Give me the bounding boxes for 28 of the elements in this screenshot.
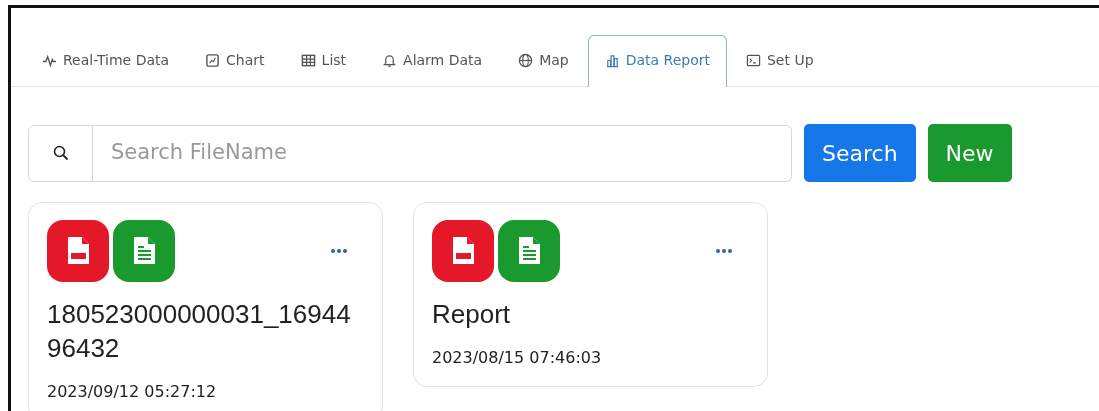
more-icon[interactable] <box>715 248 733 254</box>
tab[interactable]: Chart <box>188 35 282 87</box>
tab[interactable]: List <box>283 35 364 87</box>
document-file-icon[interactable] <box>498 220 560 282</box>
tab[interactable]: Real-Time Data <box>25 35 187 87</box>
pulse-icon <box>42 53 57 68</box>
terminal-icon <box>746 53 761 68</box>
bell-icon <box>382 53 398 68</box>
report-name: 180523000000031_1694496432 <box>47 298 352 365</box>
tab[interactable]: Data Report <box>587 35 727 87</box>
search-field[interactable]: Search FileName <box>93 124 792 182</box>
tab[interactable]: Map <box>501 35 586 87</box>
search-button[interactable]: Search <box>804 124 916 182</box>
report-date: 2023/09/12 05:27:12 <box>47 380 218 403</box>
pdf-file-icon[interactable] <box>47 220 109 282</box>
bar-chart-icon <box>604 53 620 68</box>
table-icon <box>300 53 316 68</box>
report-date: 2023/08/15 07:46:03 <box>432 346 603 369</box>
globe-icon <box>518 53 534 68</box>
new-button[interactable]: New <box>927 124 1012 182</box>
more-icon[interactable] <box>330 248 348 254</box>
document-file-icon[interactable] <box>113 220 175 282</box>
report-name: Report <box>432 298 512 331</box>
pdf-file-icon[interactable] <box>432 220 494 282</box>
chart-icon <box>205 53 221 68</box>
search-icon <box>52 145 69 161</box>
tab[interactable]: Set Up <box>729 35 831 87</box>
tab[interactable]: Alarm Data <box>365 35 500 87</box>
